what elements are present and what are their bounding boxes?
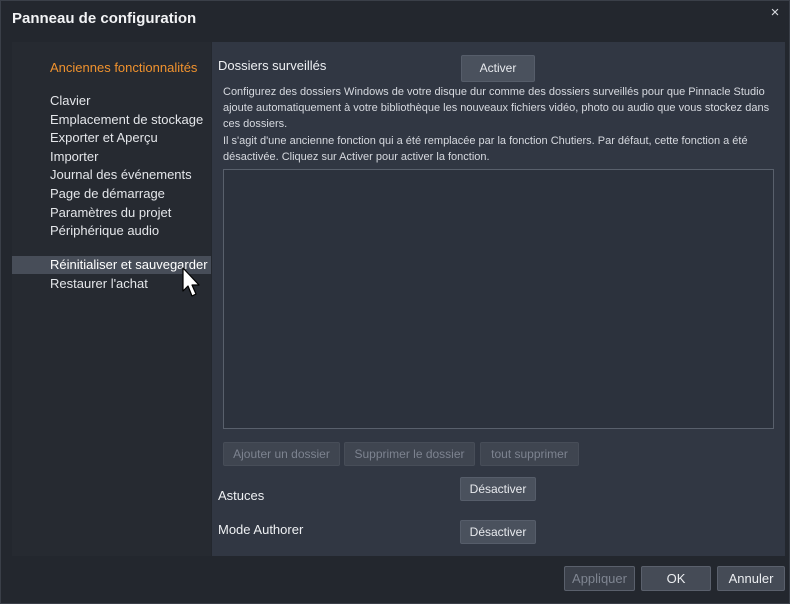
sidebar-item-event-log[interactable]: Journal des événements bbox=[12, 166, 211, 184]
remove-all-button[interactable]: tout supprimer bbox=[480, 442, 579, 466]
ok-button[interactable]: OK bbox=[641, 566, 711, 591]
add-folder-button[interactable]: Ajouter un dossier bbox=[223, 442, 340, 466]
apply-button[interactable]: Appliquer bbox=[564, 566, 635, 591]
sidebar-item-import[interactable]: Importer bbox=[12, 148, 211, 166]
sidebar: Anciennes fonctionnalités Clavier Emplac… bbox=[12, 42, 211, 556]
settings-window: Panneau de configuration × Anciennes fon… bbox=[0, 0, 790, 604]
legacy-notice: Il s'agit d'une ancienne fonction qui a … bbox=[223, 135, 748, 163]
sidebar-item-storage-location[interactable]: Emplacement de stockage bbox=[12, 111, 211, 129]
content-panel: Dossiers surveillés Activer Configurez d… bbox=[212, 42, 785, 556]
watched-folders-description: Configurez des dossiers Windows de votre… bbox=[223, 86, 770, 130]
watched-folders-title: Dossiers surveillés bbox=[218, 58, 327, 73]
tips-disable-button[interactable]: Désactiver bbox=[460, 477, 536, 501]
sidebar-item-export-preview[interactable]: Exporter et Aperçu bbox=[12, 129, 211, 147]
sidebar-item-audio-device[interactable]: Périphérique audio bbox=[12, 222, 211, 240]
remove-folder-button[interactable]: Supprimer le dossier bbox=[344, 442, 475, 466]
cancel-button[interactable]: Annuler bbox=[717, 566, 785, 591]
author-mode-disable-button[interactable]: Désactiver bbox=[460, 520, 536, 544]
close-icon[interactable]: × bbox=[767, 4, 783, 22]
activate-button[interactable]: Activer bbox=[461, 55, 535, 82]
sidebar-item-project-settings[interactable]: Paramètres du projet bbox=[12, 204, 211, 222]
sidebar-item-legacy-features[interactable]: Anciennes fonctionnalités bbox=[12, 59, 211, 77]
tips-title: Astuces bbox=[218, 488, 265, 503]
sidebar-item-startup-page[interactable]: Page de démarrage bbox=[12, 185, 211, 203]
watched-folders-list[interactable] bbox=[223, 169, 774, 429]
author-mode-title: Mode Authorer bbox=[218, 522, 304, 537]
mouse-pointer-icon bbox=[182, 267, 200, 297]
window-title: Panneau de configuration bbox=[12, 10, 197, 27]
sidebar-item-keyboard[interactable]: Clavier bbox=[12, 92, 211, 110]
